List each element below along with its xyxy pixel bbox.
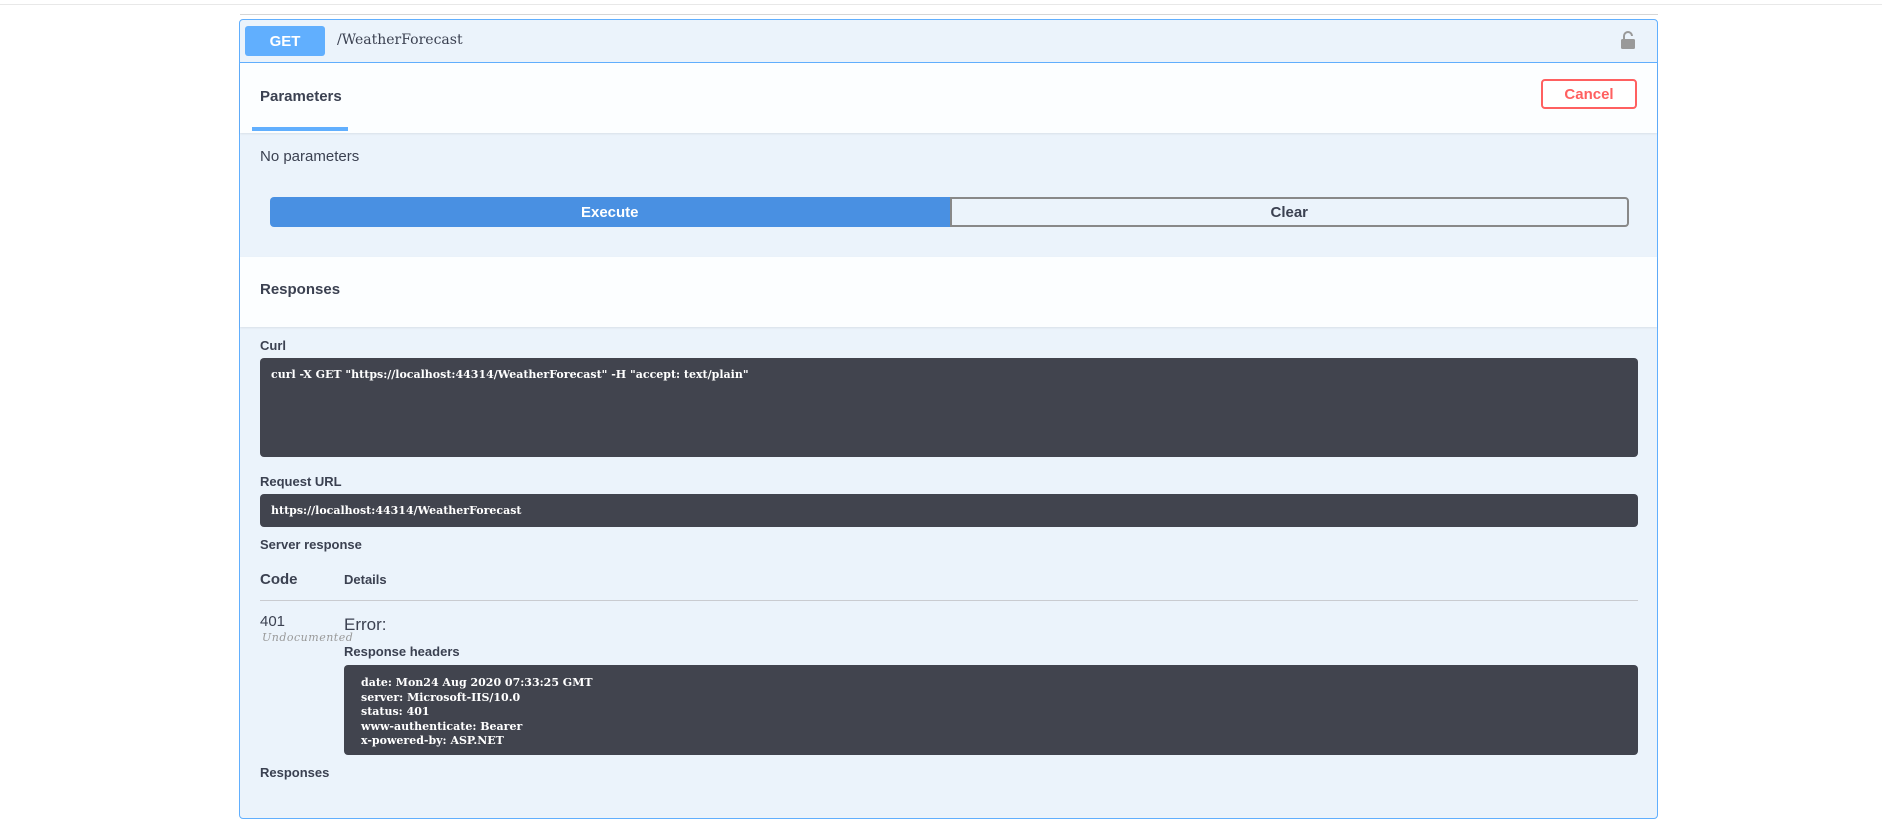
response-headers-label: Response headers (344, 644, 460, 659)
section-divider (240, 14, 1658, 15)
response-header-line: www-authenticate: Bearer (361, 719, 523, 733)
cancel-button[interactable]: Cancel (1541, 79, 1637, 109)
code-column-header: Code (260, 571, 298, 588)
error-text: Error: (344, 615, 387, 634)
response-header-line: date: Mon24 Aug 2020 07:33:25 GMT (361, 676, 593, 689)
operation-block: GET /WeatherForecast Parameters Cancel N… (239, 19, 1658, 819)
http-method-badge: GET (245, 26, 325, 56)
response-headers-block[interactable]: date: Mon24 Aug 2020 07:33:25 GMT server… (344, 665, 1638, 755)
table-divider (260, 600, 1638, 601)
responses-footer-label: Responses (260, 765, 330, 780)
request-url-label: Request URL (260, 474, 342, 489)
operation-path: /WeatherForecast (337, 32, 463, 48)
tab-parameters[interactable]: Parameters (260, 88, 342, 105)
no-parameters-text: No parameters (260, 148, 360, 165)
undocumented-flag: Undocumented (262, 631, 354, 644)
unlocked-lock-icon[interactable] (1619, 30, 1637, 50)
response-header-line: status: 401 (361, 705, 430, 718)
execute-wrapper: Execute Clear (270, 197, 1629, 227)
active-tab-indicator (252, 127, 348, 131)
curl-command-block[interactable]: curl -X GET "https://localhost:44314/Wea… (260, 358, 1638, 457)
parameters-header: Parameters Cancel (240, 63, 1657, 133)
responses-header: Responses (240, 257, 1657, 327)
request-url-block[interactable]: https://localhost:44314/WeatherForecast (260, 494, 1638, 527)
top-divider (0, 4, 1882, 5)
details-column-header: Details (344, 572, 387, 587)
operation-summary[interactable]: GET /WeatherForecast (240, 20, 1657, 63)
response-header-line: server: Microsoft-IIS/10.0 (361, 690, 521, 704)
responses-title: Responses (260, 281, 341, 298)
clear-button[interactable]: Clear (949, 197, 1629, 227)
status-code: 401 (260, 613, 286, 630)
response-header-line: x-powered-by: ASP.NET (361, 734, 504, 747)
execute-button[interactable]: Execute (270, 197, 950, 227)
curl-label: Curl (260, 338, 286, 353)
server-response-label: Server response (260, 537, 362, 552)
